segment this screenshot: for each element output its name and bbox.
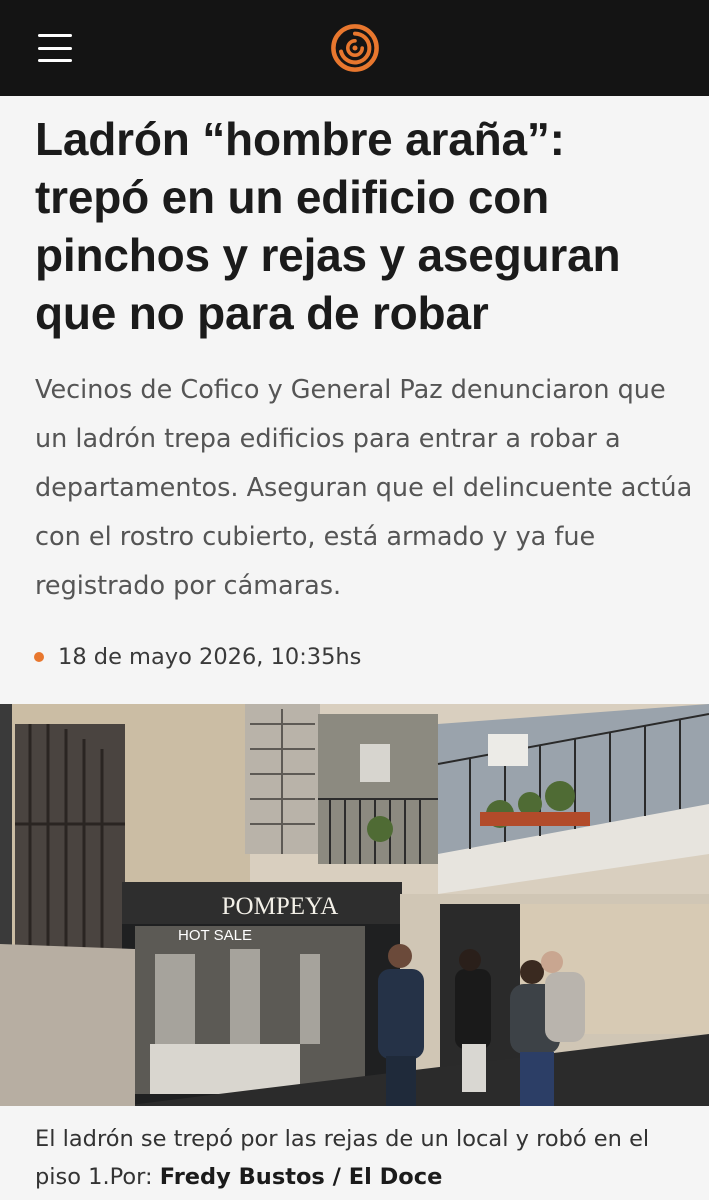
article-photo[interactable]: POMPEYA HOT SALE bbox=[0, 704, 709, 1106]
photo-credit[interactable]: Fredy Bustos / El Doce bbox=[160, 1164, 443, 1190]
date-bullet-icon bbox=[34, 652, 44, 662]
site-logo[interactable] bbox=[328, 18, 382, 78]
article-headline: Ladrón “hombre araña”: trepó en un edifi… bbox=[35, 113, 621, 339]
publish-date-text: 18 de mayo 2026, 10:35hs bbox=[58, 644, 362, 670]
storefront-sign: POMPEYA bbox=[222, 893, 339, 920]
publish-date: 18 de mayo 2026, 10:35hs bbox=[34, 639, 361, 675]
photo-caption: El ladrón se trepó por las rejas de un l… bbox=[35, 1120, 695, 1196]
article-summary: Vecinos de Cofico y General Paz denuncia… bbox=[35, 375, 693, 601]
hamburger-menu-icon[interactable] bbox=[38, 34, 72, 62]
top-bar bbox=[0, 0, 709, 96]
storefront-window-text: HOT SALE bbox=[178, 927, 252, 944]
